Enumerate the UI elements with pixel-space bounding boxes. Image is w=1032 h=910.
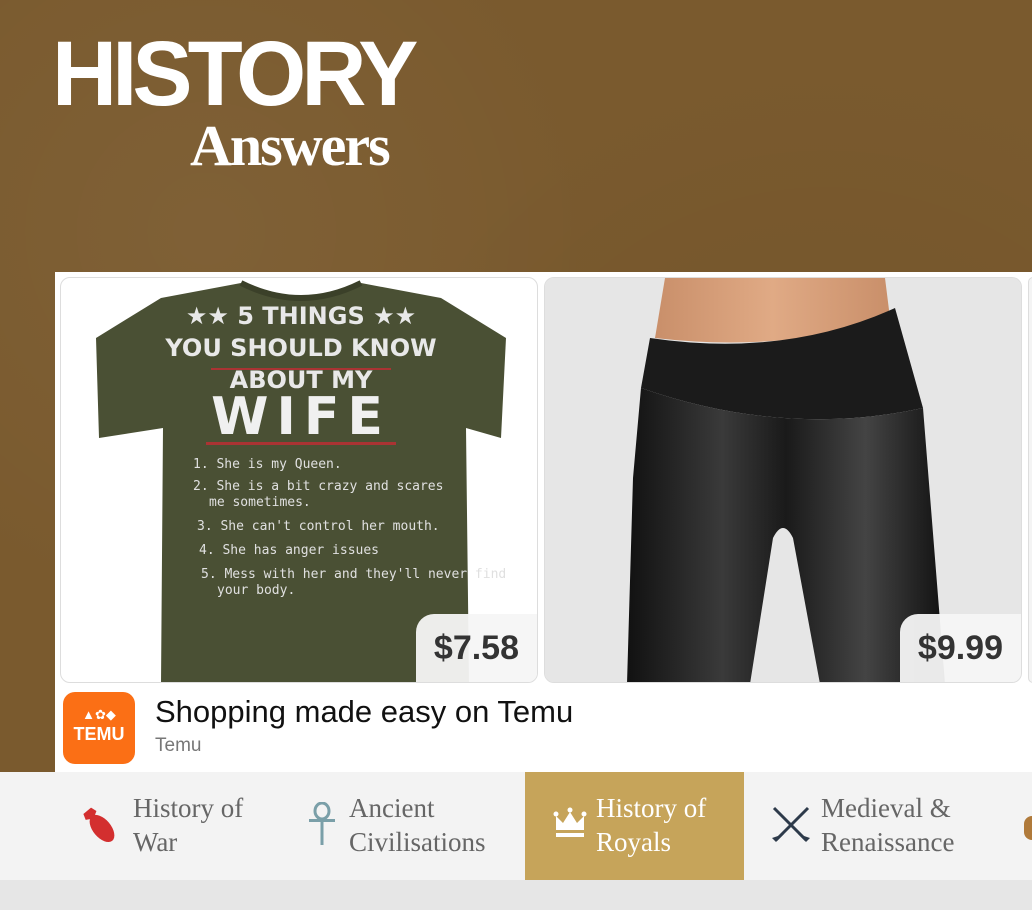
nav-label-line1: History of (596, 793, 707, 823)
nav-label-line2: Civilisations (349, 827, 486, 857)
logo-sub-text: Answers (190, 113, 391, 178)
category-nav: History of War Ancient Civilisations His… (0, 772, 1032, 880)
temu-logo[interactable]: ▲✿◆ TEMU (63, 692, 135, 764)
ankh-icon (309, 802, 335, 845)
partial-icon (1024, 816, 1032, 840)
bottom-strip (0, 880, 1032, 910)
temu-glyphs-icon: ▲✿◆ (82, 707, 116, 722)
site-logo[interactable]: HISTORY Answers (52, 28, 482, 178)
nav-label-line1: History of (133, 793, 244, 823)
shirt-item1: 1. She is my Queen. (193, 457, 342, 472)
shirt-head1: ★★ 5 THINGS ★★ (186, 302, 416, 330)
crown-icon (553, 807, 587, 837)
product-card-partial[interactable] (1028, 277, 1032, 683)
shirt-item5b: your body. (217, 583, 295, 598)
shirt-head4: WIFE (211, 387, 391, 447)
product-card-leggings[interactable]: $9.99 (544, 277, 1022, 683)
nav-item-ancient-civilisations[interactable]: Ancient Civilisations (290, 772, 515, 880)
product-card-tshirt[interactable]: ★★ 5 THINGS ★★ YOU SHOULD KNOW ABOUT MY … (60, 277, 538, 683)
nav-item-history-of-royals[interactable]: History of Royals (525, 772, 744, 880)
shirt-item2: 2. She is a bit crazy and scares (193, 479, 443, 494)
product-price: $7.58 (415, 614, 537, 682)
nav-label-line2: Renaissance (821, 827, 955, 857)
ad-advertiser: Temu (155, 735, 202, 756)
temu-advertisement[interactable]: ★★ 5 THINGS ★★ YOU SHOULD KNOW ABOUT MY … (55, 272, 1032, 772)
ad-title[interactable]: Shopping made easy on Temu (155, 692, 573, 732)
shirt-item4: 4. She has anger issues (199, 543, 379, 558)
crossed-swords-icon (772, 806, 810, 842)
bomb-icon (83, 807, 115, 843)
shirt-item2b: me sometimes. (209, 495, 311, 510)
nav-label-line1: Ancient (349, 793, 435, 823)
nav-item-medieval-renaissance[interactable]: Medieval & Renaissance (764, 772, 994, 880)
temu-logo-text: TEMU (73, 724, 125, 744)
shirt-head2: YOU SHOULD KNOW (164, 334, 436, 362)
shirt-item5: 5. Mess with her and they'll never find (201, 567, 506, 582)
nav-label-line1: Medieval & (821, 793, 951, 823)
nav-item-partial[interactable] (1020, 772, 1032, 880)
logo-main-text: HISTORY (52, 23, 418, 125)
product-price: $9.99 (899, 614, 1021, 682)
nav-label-line2: War (133, 827, 178, 857)
nav-item-history-of-war[interactable]: History of War (70, 772, 270, 880)
shirt-item3: 3. She can't control her mouth. (197, 519, 440, 534)
nav-label-line2: Royals (596, 827, 672, 857)
